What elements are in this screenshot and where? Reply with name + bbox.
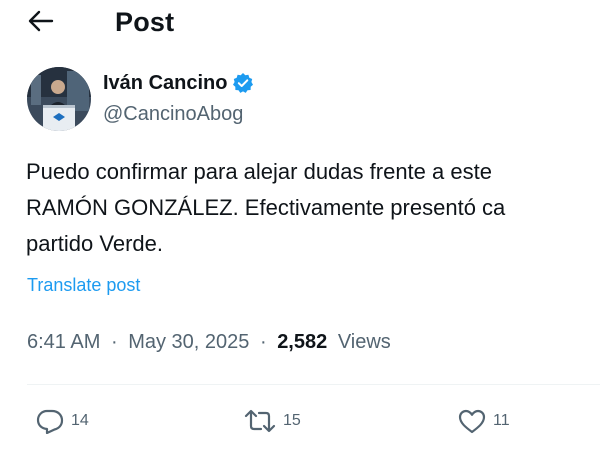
author-name-text: Iván Cancino	[103, 72, 228, 94]
arrow-left-icon	[28, 10, 54, 37]
avatar[interactable]	[27, 67, 91, 131]
page-title: Post	[115, 7, 175, 37]
author-handle[interactable]: @CancinoAbog	[103, 101, 243, 127]
like-count: 11	[493, 412, 510, 429]
views-count: 2,582	[277, 331, 328, 353]
post-text-line: RAMÓN GONZÁLEZ. Efectivamente presentó c…	[26, 195, 506, 220]
post-text: Puedo confirmar para alejar dudas frente…	[26, 154, 600, 262]
heart-icon	[457, 408, 487, 434]
repost-count: 15	[283, 412, 301, 429]
reply-count: 14	[71, 412, 89, 429]
post-date[interactable]: May 30, 2025	[128, 331, 249, 353]
author-name[interactable]: Iván Cancino	[103, 70, 254, 96]
repost-icon	[243, 408, 277, 434]
verified-badge-icon	[232, 72, 254, 94]
meta-separator: ·	[259, 331, 267, 353]
page-header: Post	[0, 0, 600, 46]
post-text-line: Puedo confirmar para alejar dudas frente…	[26, 159, 492, 184]
like-button[interactable]: 11	[457, 405, 510, 437]
repost-button[interactable]: 15	[243, 405, 301, 437]
post-time[interactable]: 6:41 AM	[27, 331, 100, 353]
post-meta: 6:41 AM · May 30, 2025 · 2,582 Views	[27, 328, 391, 356]
views-label: Views	[337, 331, 391, 353]
post-text-line: partido Verde.	[26, 231, 163, 256]
back-button[interactable]	[22, 6, 60, 40]
divider	[27, 384, 600, 385]
post-page: Post Iván Cancino @CancinoAbog Puedo con…	[0, 0, 600, 455]
meta-separator: ·	[110, 331, 118, 353]
reply-icon	[35, 408, 65, 434]
translate-post-link[interactable]: Translate post	[27, 273, 140, 297]
reply-button[interactable]: 14	[35, 405, 89, 437]
